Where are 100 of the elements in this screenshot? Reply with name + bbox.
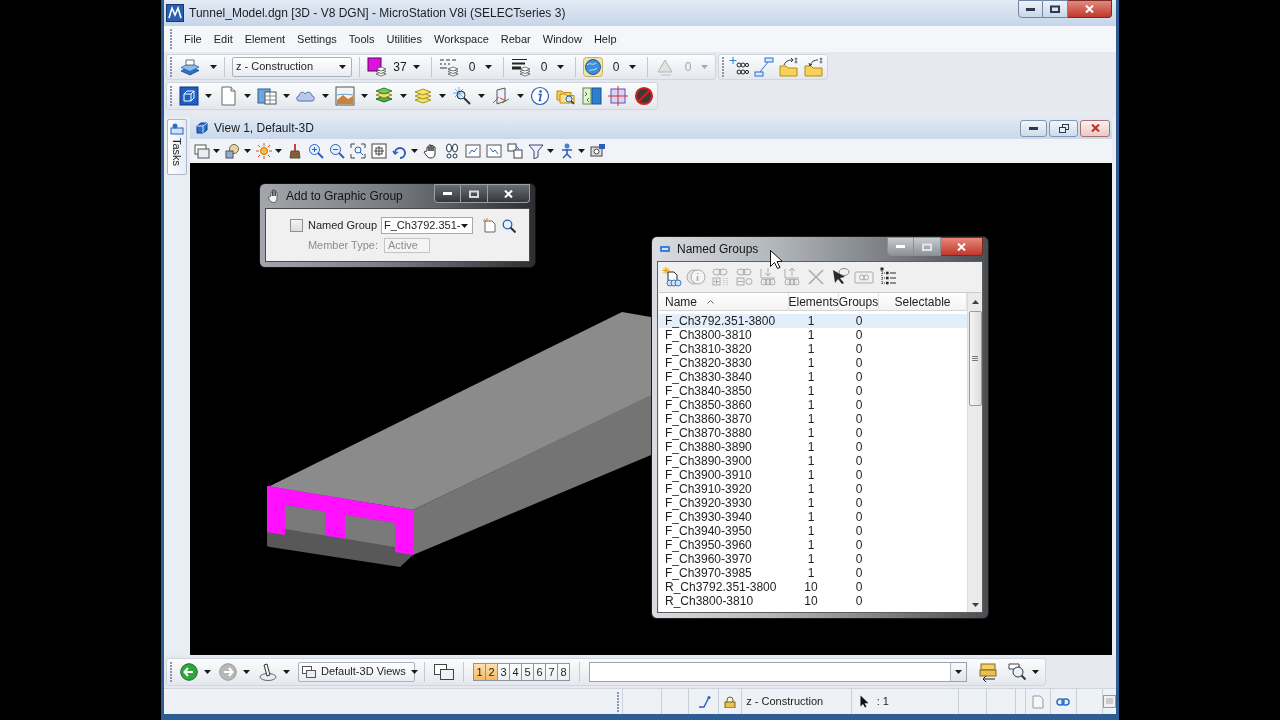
list-row[interactable]: F_Ch3870-3880 1 0 xyxy=(659,426,967,440)
scroll-down-icon[interactable] xyxy=(971,602,979,607)
tasks-tab[interactable]: Tasks xyxy=(167,119,187,175)
close-button[interactable] xyxy=(941,237,983,256)
caret-icon[interactable] xyxy=(629,64,636,69)
list-row[interactable]: F_Ch3860-3870 1 0 xyxy=(659,412,967,426)
column-header[interactable]: Name xyxy=(659,293,789,311)
minimize-icon[interactable] xyxy=(1029,126,1038,130)
caret-icon[interactable] xyxy=(517,94,524,98)
menu-item[interactable]: Tools xyxy=(342,30,381,48)
maximize-button[interactable] xyxy=(1043,0,1068,18)
brush-icon[interactable] xyxy=(287,143,303,159)
stacked-bars-arrow-icon[interactable] xyxy=(978,661,998,682)
minimize-button[interactable] xyxy=(434,184,461,203)
named-group-dropdown[interactable]: F_Ch3792.351- xyxy=(381,217,473,234)
list-row[interactable]: F_Ch3820-3830 1 0 xyxy=(659,356,967,370)
info-icon[interactable] xyxy=(530,86,550,106)
crosshair-icon[interactable] xyxy=(608,86,628,106)
view-windows-icon[interactable] xyxy=(302,665,316,678)
list-row[interactable]: R_Ch3800-3810 10 0 xyxy=(659,594,967,608)
caret-icon[interactable] xyxy=(322,94,329,98)
maximize-button[interactable] xyxy=(461,184,488,203)
caret-icon[interactable] xyxy=(461,223,468,228)
line-endpoint-icon[interactable] xyxy=(696,694,711,709)
caret-icon[interactable] xyxy=(547,149,554,153)
list-row[interactable]: R_Ch3792.351-3800 10 0 xyxy=(659,580,967,594)
prohibited-icon[interactable] xyxy=(634,86,654,106)
sparkle-magnifier-icon[interactable] xyxy=(452,86,472,106)
list-row[interactable]: F_Ch3970-3985 1 0 xyxy=(659,566,967,580)
restore-icon[interactable] xyxy=(1058,123,1069,133)
caret-icon[interactable] xyxy=(410,669,418,674)
menu-item[interactable]: Settings xyxy=(291,30,343,48)
caret-icon[interactable] xyxy=(244,94,251,98)
connected-boxes-icon[interactable] xyxy=(754,56,774,77)
close-icon[interactable] xyxy=(1090,124,1100,132)
checkbox-label[interactable]: Named Group xyxy=(308,217,378,234)
zoom-out-icon[interactable] xyxy=(329,143,345,159)
caret-icon[interactable] xyxy=(283,94,290,98)
minimize-button[interactable] xyxy=(1018,0,1043,18)
menu-item[interactable]: Help xyxy=(587,30,623,48)
caret-icon[interactable] xyxy=(210,64,217,69)
footprints-icon[interactable] xyxy=(444,143,460,159)
color-swatch-icon[interactable] xyxy=(367,56,387,77)
caret-icon[interactable] xyxy=(478,94,485,98)
menu-item[interactable]: File xyxy=(178,30,208,48)
layers-icon[interactable] xyxy=(179,56,201,77)
funnel-icon[interactable] xyxy=(528,143,544,159)
list-row[interactable]: F_Ch3890-3900 1 0 xyxy=(659,454,967,468)
caret-icon[interactable] xyxy=(243,669,250,674)
caret-icon[interactable] xyxy=(411,149,418,153)
copy-view-icon[interactable] xyxy=(507,143,523,159)
close-button[interactable] xyxy=(1068,0,1112,18)
layers-icon[interactable] xyxy=(374,86,394,106)
lock-icon[interactable] xyxy=(723,695,736,708)
new-document-icon[interactable] xyxy=(483,218,496,233)
list-row[interactable]: F_Ch3940-3950 1 0 xyxy=(659,524,967,538)
maximize-icon[interactable] xyxy=(1050,5,1060,13)
scrollbar-thumb[interactable] xyxy=(968,311,982,406)
previous-view-icon[interactable] xyxy=(465,143,481,159)
caret-icon[interactable] xyxy=(339,64,346,69)
caret-icon[interactable] xyxy=(361,94,368,98)
caret-icon[interactable] xyxy=(557,64,564,69)
menu-item[interactable]: Edit xyxy=(207,30,239,48)
pointer-icon[interactable] xyxy=(859,695,869,708)
user-card-icon[interactable] xyxy=(170,123,184,135)
list-row[interactable]: F_Ch3950-3960 1 0 xyxy=(659,538,967,552)
list-row[interactable]: F_Ch3900-3910 1 0 xyxy=(659,468,967,482)
stacked-sheets-icon[interactable] xyxy=(413,86,433,106)
shapes-icon[interactable] xyxy=(225,143,241,159)
caret-icon[interactable] xyxy=(283,669,290,674)
split-document-icon[interactable] xyxy=(582,86,602,106)
tree-list-icon[interactable] xyxy=(878,267,898,287)
list-row[interactable]: F_Ch3810-3820 1 0 xyxy=(659,342,967,356)
dashed-lines-icon[interactable] xyxy=(439,56,459,77)
column-header[interactable]: Elements xyxy=(789,293,839,311)
minimize-icon[interactable] xyxy=(1026,7,1035,11)
views-dropdown[interactable]: Default-3D Views xyxy=(298,661,415,682)
level-dropdown[interactable]: z - Construction xyxy=(232,56,352,77)
zoom-in-icon[interactable] xyxy=(308,143,324,159)
checkbox[interactable] xyxy=(290,219,303,232)
new-group-icon[interactable] xyxy=(662,267,682,287)
person-icon[interactable] xyxy=(559,143,575,159)
view-windows-icon[interactable] xyxy=(194,143,210,159)
column-header[interactable]: Groups xyxy=(839,293,879,311)
caret-icon[interactable] xyxy=(578,149,585,153)
menu-item[interactable]: Utilities xyxy=(380,30,428,48)
attribute-value[interactable]: 0 xyxy=(607,57,625,76)
scroll-up-icon[interactable] xyxy=(971,300,979,304)
link-icon[interactable] xyxy=(1056,697,1071,706)
caret-icon[interactable] xyxy=(275,149,282,153)
caret-icon[interactable] xyxy=(439,94,446,98)
list-row[interactable]: F_Ch3920-3930 1 0 xyxy=(659,496,967,510)
menu-item[interactable]: Workspace xyxy=(427,30,495,48)
list-row[interactable]: F_Ch3800-3810 1 0 xyxy=(659,328,967,342)
fit-view-icon[interactable] xyxy=(350,143,366,159)
box-arrows-icon[interactable] xyxy=(491,86,511,106)
globe-icon[interactable] xyxy=(583,56,603,77)
line-weights-icon[interactable] xyxy=(511,56,531,77)
caret-icon[interactable] xyxy=(1032,669,1039,674)
view-number-button[interactable]: 8 xyxy=(557,662,570,681)
